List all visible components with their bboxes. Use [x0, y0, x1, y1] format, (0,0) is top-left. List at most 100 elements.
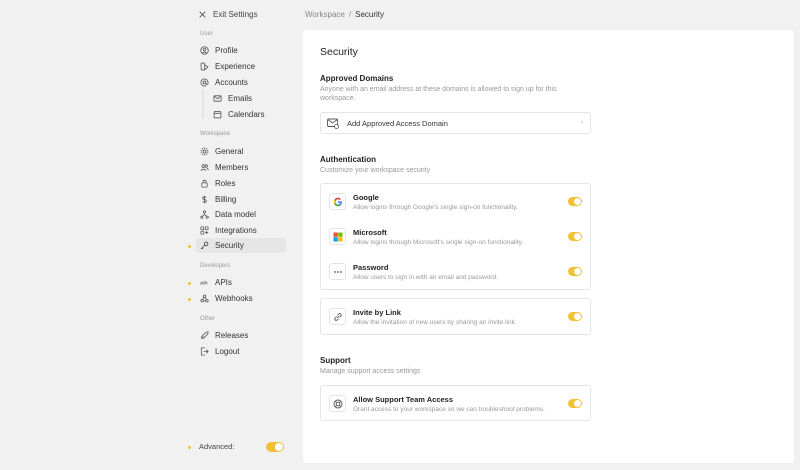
sidebar-item-apis[interactable]: API APIs: [196, 275, 286, 290]
sidebar-item-general[interactable]: General: [196, 144, 286, 159]
provider-subtitle: Allow logins through Google's single sig…: [353, 204, 518, 211]
invite-link-card: Invite by Link Allow the invitation of n…: [320, 298, 591, 335]
sidebar-item-members[interactable]: Members: [196, 160, 286, 175]
rocket-icon: [199, 331, 209, 341]
invite-link-toggle[interactable]: [568, 312, 582, 321]
lock-icon: [199, 179, 209, 189]
sidebar-item-label: Webhooks: [215, 294, 253, 303]
breadcrumb: Workspace / Security: [305, 10, 384, 19]
support-title: Allow Support Team Access: [353, 395, 454, 404]
sidebar-item-logout[interactable]: Logout: [196, 344, 286, 359]
authentication-description: Customize your workspace security: [320, 167, 431, 174]
sidebar-item-experience[interactable]: Experience: [196, 59, 286, 74]
microsoft-icon: [329, 228, 346, 245]
password-icon: [329, 263, 346, 280]
sidebar-item-accounts[interactable]: Accounts: [196, 75, 286, 90]
support-heading: Support: [320, 356, 351, 365]
support-access-row: Allow Support Team Access Grant access t…: [321, 386, 590, 421]
sidebar-item-label: Billing: [215, 195, 237, 204]
sidebar-item-security[interactable]: Security: [196, 238, 286, 253]
support-access-toggle[interactable]: [568, 399, 582, 408]
palette-icon: [199, 62, 209, 72]
users-icon: [199, 163, 209, 173]
sidebar-item-webhooks[interactable]: Webhooks: [196, 291, 286, 306]
approved-domains-heading: Approved Domains: [320, 74, 394, 83]
provider-title: Google: [353, 193, 379, 202]
api-icon: API: [199, 278, 209, 288]
provider-row-google: Google Allow logins through Google's sin…: [321, 184, 590, 219]
provider-subtitle: Allow users to sign in with an email and…: [353, 274, 498, 281]
sidebar-item-label: Emails: [228, 94, 253, 103]
user-circle-icon: [199, 46, 209, 56]
add-approved-domain-button[interactable]: Add Approved Access Domain ›: [320, 112, 591, 134]
mail-plus-icon: [327, 118, 339, 129]
at-sign-icon: [199, 78, 209, 88]
page-title: Security: [320, 46, 358, 58]
authentication-heading: Authentication: [320, 155, 376, 164]
section-label-developers: Developers: [200, 263, 231, 269]
sidebar-item-label: Logout: [215, 347, 240, 356]
provider-row-password: Password Allow users to sign in with an …: [321, 254, 590, 289]
google-icon: [329, 193, 346, 210]
main-panel: Security Approved Domains Anyone with an…: [303, 30, 794, 463]
advanced-label: Advanced:: [199, 442, 235, 451]
hierarchy-icon: [199, 210, 209, 220]
support-icon: [329, 395, 346, 412]
sidebar-item-label: Roles: [215, 179, 236, 188]
invite-link-row: Invite by Link Allow the invitation of n…: [321, 299, 590, 334]
exit-settings-button[interactable]: Exit Settings: [199, 8, 257, 20]
key-icon: [199, 241, 209, 251]
microsoft-toggle[interactable]: [568, 232, 582, 241]
status-dot: [188, 245, 191, 248]
support-description: Manage support access settings: [320, 368, 421, 375]
webhook-icon: [199, 294, 209, 304]
sidebar-item-billing[interactable]: Billing: [196, 192, 286, 207]
invite-title: Invite by Link: [353, 308, 401, 317]
approved-domains-description: Anyone with an email address at these do…: [320, 86, 557, 102]
close-icon: [199, 10, 206, 18]
sidebar-item-label: Accounts: [215, 78, 248, 87]
add-domain-label: Add Approved Access Domain: [347, 118, 448, 128]
advanced-toggle[interactable]: [266, 442, 284, 452]
sidebar-item-profile[interactable]: Profile: [196, 43, 286, 58]
invite-subtitle: Allow the invitation of new users by sha…: [353, 319, 517, 326]
exit-settings-label: Exit Settings: [213, 9, 258, 19]
google-toggle[interactable]: [568, 197, 582, 206]
sidebar-item-integrations[interactable]: Integrations: [196, 223, 286, 238]
sidebar-item-calendars[interactable]: Calendars: [209, 107, 286, 122]
status-dot: [188, 298, 191, 301]
sidebar-item-emails[interactable]: Emails: [209, 91, 286, 106]
sidebar-item-roles[interactable]: Roles: [196, 176, 286, 191]
status-dot: [188, 446, 191, 449]
password-toggle[interactable]: [568, 267, 582, 276]
section-label-user: User: [200, 31, 213, 37]
auth-providers-card: Google Allow logins through Google's sin…: [320, 183, 591, 290]
section-label-other: Other: [200, 316, 216, 322]
breadcrumb-current: Security: [355, 10, 385, 19]
status-dot: [188, 282, 191, 285]
gear-icon: [199, 147, 209, 157]
apps-icon: [199, 226, 209, 236]
sidebar-item-label: Data model: [215, 210, 256, 219]
link-icon: [329, 308, 346, 325]
sidebar-item-label: Releases: [215, 331, 249, 340]
sidebar-item-label: Members: [215, 163, 249, 172]
chevron-right-icon: ›: [580, 119, 583, 126]
sidebar-item-releases[interactable]: Releases: [196, 328, 286, 343]
sidebar-item-label: General: [215, 147, 244, 156]
sidebar-item-label: Calendars: [228, 110, 265, 119]
sidebar-item-label: Integrations: [215, 226, 257, 235]
breadcrumb-workspace[interactable]: Workspace: [305, 10, 345, 19]
mail-icon: [212, 94, 222, 104]
sidebar-item-label: Profile: [215, 46, 238, 55]
settings-sidebar: Exit Settings User Profile Experience Ac…: [0, 0, 300, 470]
provider-title: Microsoft: [353, 228, 387, 237]
breadcrumb-separator: /: [348, 10, 352, 19]
support-access-card: Allow Support Team Access Grant access t…: [320, 385, 591, 421]
provider-title: Password: [353, 263, 389, 272]
provider-subtitle: Allow logins through Microsoft's single …: [353, 239, 524, 246]
calendar-icon: [212, 110, 222, 120]
support-subtitle: Grant access to your workspace so we can…: [353, 406, 545, 413]
sidebar-item-data-model[interactable]: Data model: [196, 207, 286, 222]
provider-row-microsoft: Microsoft Allow logins through Microsoft…: [321, 219, 590, 254]
